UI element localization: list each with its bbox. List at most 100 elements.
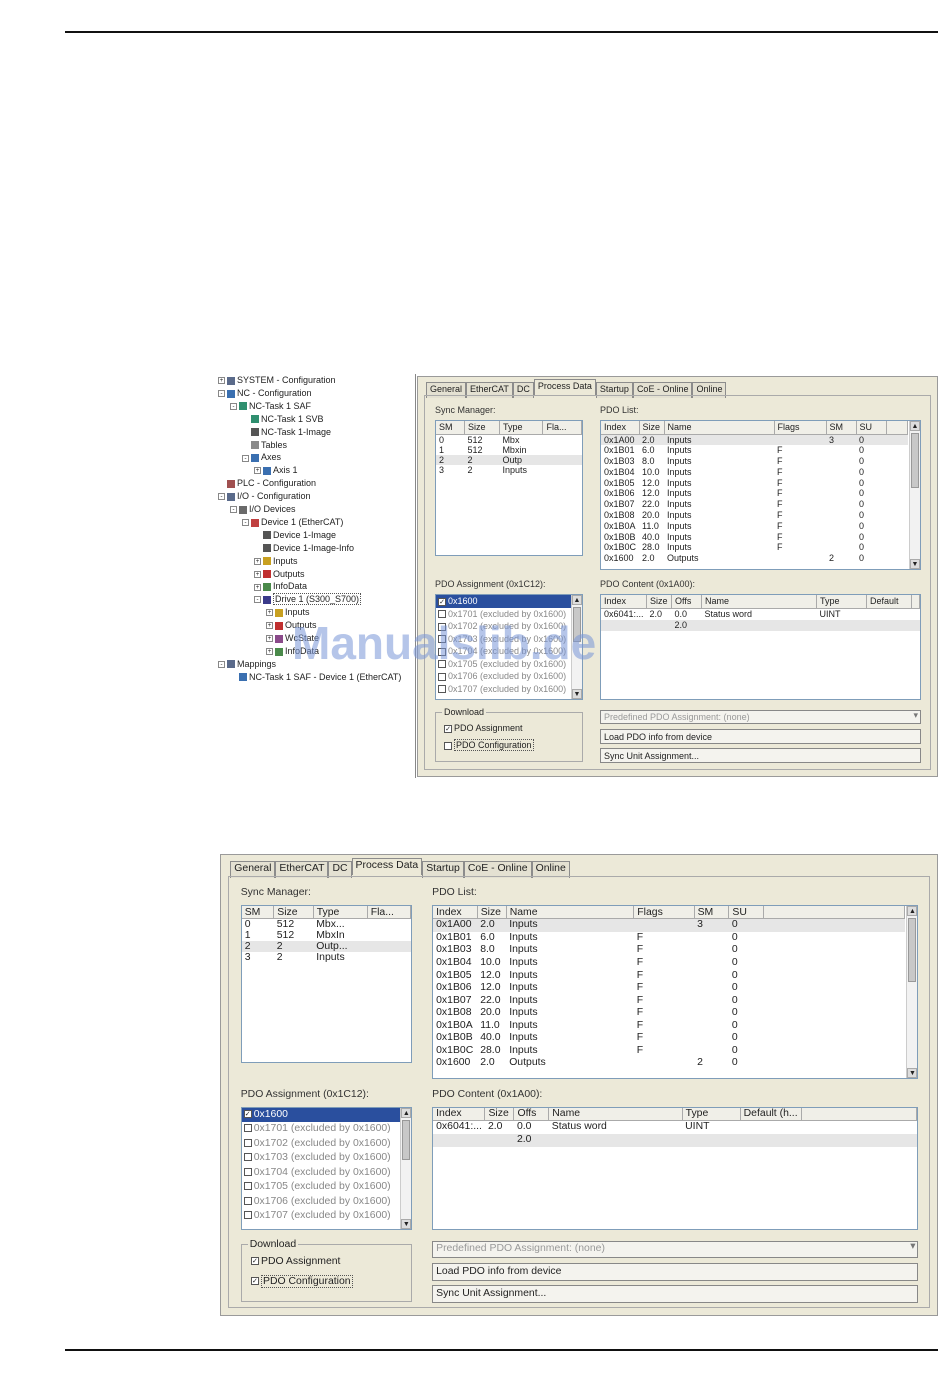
scroll-up-icon[interactable]: ▲	[910, 421, 920, 431]
tree-node[interactable]: - Drive 1 (S300_S700)	[254, 593, 362, 606]
sync-unit-assignment-button[interactable]: Sync Unit Assignment...	[600, 748, 921, 763]
pdo-list-row[interactable]: 0x1B03 8.0 Inputs F 0	[601, 456, 908, 467]
pdo-content-column-header[interactable]: Offs	[513, 1107, 550, 1122]
pdo-assignment-checkbox[interactable]: ✓ PDO Assignment	[444, 723, 523, 733]
pdo-assignment-list[interactable]: ✓ 0x1600 0x1701 (excluded by 0x1600) 0x1702…	[240, 1106, 413, 1230]
pdo-content-row[interactable]: 2.0	[433, 1133, 917, 1147]
pdo-configuration-checkbox[interactable]: ✓ PDO Configuration	[250, 1274, 353, 1288]
checkbox-checked-icon[interactable]: ✓	[438, 597, 446, 606]
predefined-pdo-select[interactable]: Predefined PDO Assignment: (none) ▾	[432, 1241, 919, 1258]
scroll-thumb[interactable]	[402, 1119, 411, 1161]
pdo-assignment-item[interactable]: 0x1707 (excluded by 0x1600)	[436, 683, 582, 696]
pdo-content-column-header[interactable]: Index	[601, 595, 648, 609]
pdo-content-row[interactable]: 0x6041:... 2.0 0.0 Status word UINT	[433, 1121, 917, 1134]
tree-node[interactable]: + Outputs	[254, 569, 305, 579]
pdo-list-column-header[interactable]: Name	[664, 421, 775, 435]
pdo-list-row[interactable]: 0x1B05 12.0 Inputs F 0	[601, 478, 908, 489]
tree-node[interactable]: - Device 1 (EtherCAT)	[242, 517, 343, 527]
collapse-icon[interactable]: -	[242, 454, 249, 462]
pdo-list-scrollbar[interactable]: ▲ ▼	[906, 905, 918, 1078]
collapse-icon[interactable]: -	[230, 402, 237, 410]
pdo-list-scrollbar[interactable]: ▲ ▼	[909, 421, 920, 569]
checkbox-icon[interactable]	[243, 1182, 252, 1191]
tree-node[interactable]: - I/O Devices	[230, 504, 296, 514]
pdo-content-column-header[interactable]: Size	[646, 595, 673, 609]
tab-process-data[interactable]: Process Data	[351, 857, 423, 875]
sync-manager-table[interactable]: SM Size Type Fla... 0 512 Mbx 1 512 Mbxin 2 2 Outp 3 2…	[435, 420, 583, 556]
pdo-list-row[interactable]: 0x1B01 6.0 Inputs F 0	[601, 445, 908, 456]
pdo-list-column-header[interactable]: Flags	[633, 905, 695, 920]
pdo-list-column-header[interactable]: Flags	[774, 421, 827, 435]
pdo-assignment-item[interactable]: 0x1704 (excluded by 0x1600)	[242, 1166, 412, 1181]
tree-node[interactable]: + Axis 1	[254, 465, 298, 475]
pdo-list-column-header[interactable]: Index	[601, 421, 640, 435]
pdo-list-row[interactable]: 0x1B0C 28.0 Inputs F 0	[433, 1045, 905, 1058]
collapse-icon[interactable]: -	[230, 506, 237, 514]
pdo-list-row[interactable]: 0x1B05 12.0 Inputs F 0	[433, 970, 905, 983]
tree-node[interactable]: Device 1-Image	[254, 530, 336, 540]
expand-icon[interactable]: +	[266, 635, 273, 643]
expand-icon[interactable]: +	[266, 648, 273, 656]
expand-icon[interactable]: +	[266, 609, 273, 617]
pdo-list-row[interactable]: 0x1B07 22.0 Inputs F 0	[601, 499, 908, 510]
scroll-thumb[interactable]	[908, 917, 917, 982]
pdo-assignment-scrollbar[interactable]: ▲ ▼	[400, 1107, 412, 1229]
pdo-assignment-item[interactable]: 0x1706 (excluded by 0x1600)	[436, 670, 582, 683]
pdo-list-row[interactable]: 0x1B0A 11.0 Inputs F 0	[433, 1020, 905, 1033]
predefined-pdo-select[interactable]: Predefined PDO Assignment: (none) ▾	[600, 710, 921, 724]
pdo-list-row[interactable]: 0x1B08 20.0 Inputs F 0	[433, 1007, 905, 1020]
expand-icon[interactable]: +	[266, 622, 273, 630]
sync-manager-row[interactable]: 0 512 Mbx	[436, 434, 582, 445]
tree-node[interactable]: NC-Task 1 SVB	[242, 414, 324, 424]
pdo-list-row[interactable]: 0x1A00 2.0 Inputs 3 0	[601, 434, 908, 446]
sync-manager-column-header[interactable]: SM	[241, 905, 275, 920]
sync-manager-row[interactable]: 1 512 MbxIn	[242, 930, 411, 941]
pdo-list-row[interactable]: 0x1B04 10.0 Inputs F 0	[433, 957, 905, 970]
sync-manager-column-header[interactable]: Type	[499, 421, 544, 435]
pdo-assignment-item[interactable]: 0x1705 (excluded by 0x1600)	[242, 1180, 412, 1195]
sync-manager-row[interactable]: 2 2 Outp	[436, 454, 582, 465]
scroll-thumb[interactable]	[911, 433, 919, 488]
tree-node[interactable]: + InfoData	[254, 581, 307, 591]
checkbox-icon[interactable]	[444, 741, 452, 750]
pdo-content-column-header[interactable]: Offs	[671, 595, 703, 609]
pdo-list-row[interactable]: 0x1B07 22.0 Inputs F 0	[433, 995, 905, 1008]
expand-icon[interactable]: +	[254, 557, 261, 565]
sync-manager-column-header[interactable]: Fla...	[542, 421, 582, 435]
pdo-list-row[interactable]: 0x1600 2.0 Outputs 2 0	[433, 1057, 905, 1070]
sync-manager-row[interactable]: 3 2 Inputs	[242, 952, 411, 963]
pdo-content-row[interactable]: 0x6041:... 2.0 0.0 Status word UINT	[601, 608, 920, 620]
pdo-list-column-header[interactable]: Name	[506, 905, 635, 920]
sync-manager-column-header[interactable]: Fla...	[367, 905, 412, 920]
sync-manager-row[interactable]: 3 2 Inputs	[436, 465, 582, 475]
pdo-content-column-header[interactable]: Index	[433, 1107, 486, 1122]
tree-node[interactable]: - Mappings	[218, 659, 276, 669]
tree-node[interactable]: NC-Task 1 SAF - Device 1 (EtherCAT)	[230, 672, 401, 682]
pdo-list-column-header[interactable]: SM	[826, 421, 857, 435]
pdo-content-column-header[interactable]: Default (h...	[740, 1107, 802, 1122]
scroll-down-icon[interactable]: ▼	[401, 1218, 412, 1229]
pdo-content-column-header[interactable]: Name	[548, 1107, 683, 1122]
tree-node[interactable]: + SYSTEM - Configuration	[218, 375, 336, 385]
scroll-up-icon[interactable]: ▲	[572, 595, 582, 605]
checkbox-checked-icon[interactable]: ✓	[250, 1257, 259, 1266]
chevron-down-icon[interactable]: ▾	[910, 1241, 915, 1252]
pdo-assignment-item[interactable]: 0x1706 (excluded by 0x1600)	[242, 1195, 412, 1210]
tab-process-data[interactable]: Process Data	[533, 379, 596, 395]
tree-node[interactable]: - NC - Configuration	[218, 388, 312, 398]
sync-unit-assignment-button[interactable]: Sync Unit Assignment...	[432, 1285, 919, 1303]
sync-manager-row[interactable]: 1 512 Mbxin	[436, 445, 582, 455]
pdo-list-row[interactable]: 0x1B08 20.0 Inputs F 0	[601, 510, 908, 521]
pdo-content-row[interactable]: 2.0	[601, 619, 920, 631]
checkbox-icon[interactable]	[243, 1167, 252, 1176]
expand-icon[interactable]: +	[254, 583, 261, 591]
expand-icon[interactable]: +	[254, 467, 261, 475]
load-pdo-info-button[interactable]: Load PDO info from device	[600, 729, 921, 744]
pdo-list-row[interactable]: 0x1B0B 40.0 Inputs F 0	[433, 1032, 905, 1045]
pdo-list-row[interactable]: 0x1B01 6.0 Inputs F 0	[433, 932, 905, 945]
pdo-list-row[interactable]: 0x1B04 10.0 Inputs F 0	[601, 467, 908, 478]
pdo-assignment-item[interactable]: ✓ 0x1600	[241, 1107, 412, 1123]
scroll-up-icon[interactable]: ▲	[401, 1107, 412, 1118]
pdo-list-table[interactable]: Index Size Name Flags SM SU 0x1A00 2.0 Inputs 3 0 0…	[600, 420, 921, 570]
scroll-down-icon[interactable]: ▼	[572, 689, 582, 699]
